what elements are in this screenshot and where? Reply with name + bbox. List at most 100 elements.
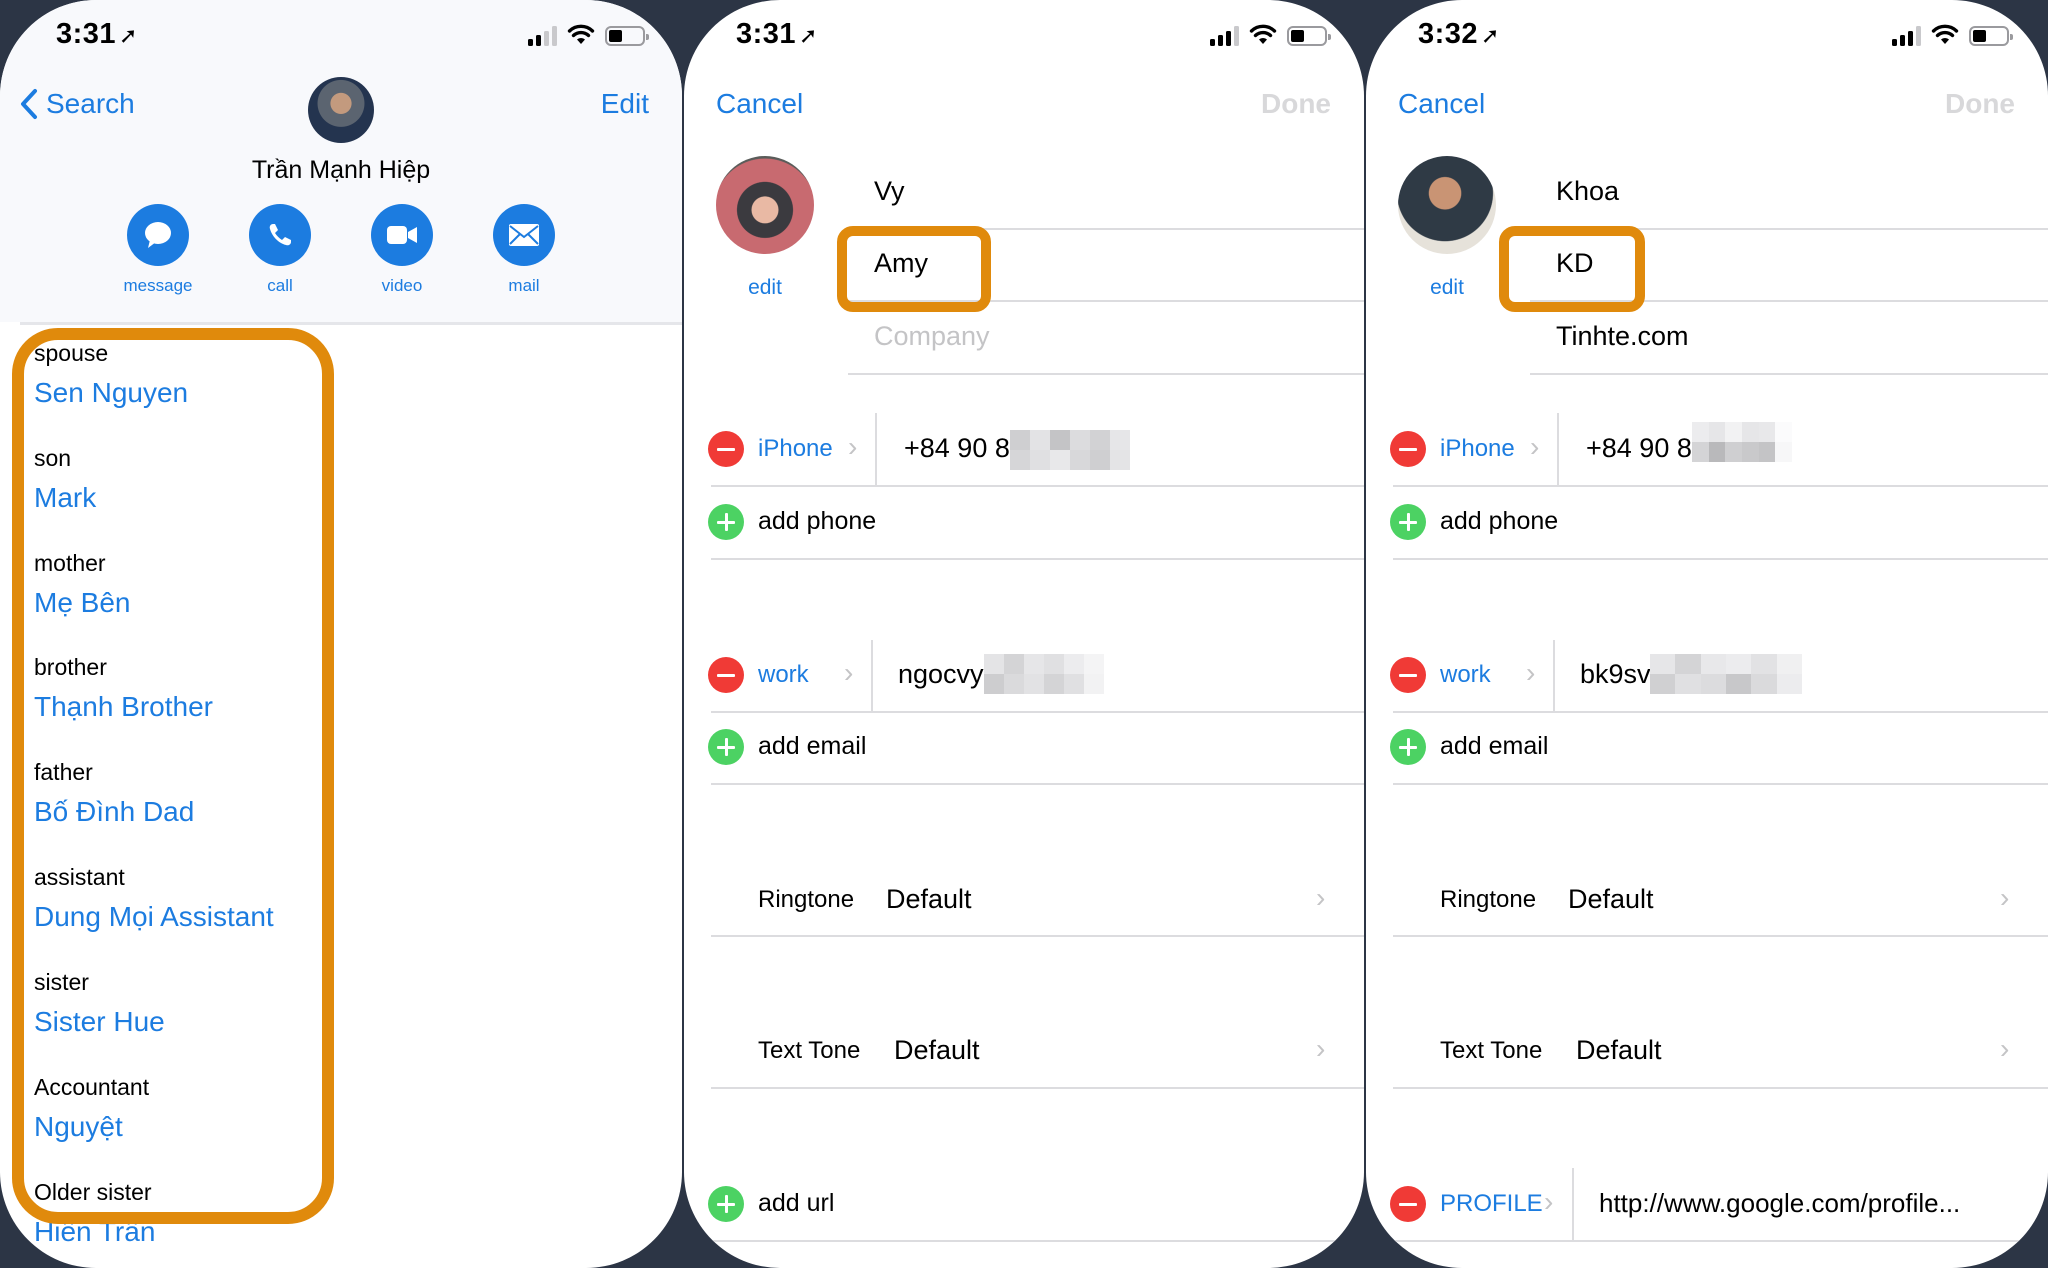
- add-url-button[interactable]: [708, 1186, 744, 1222]
- minus-icon: [717, 447, 735, 451]
- wifi-icon: [567, 24, 595, 44]
- wifi-icon: [1931, 24, 1959, 44]
- cancel-button[interactable]: Cancel: [1398, 88, 1485, 120]
- status-bar-time: 3:31 ➚: [736, 18, 818, 50]
- mail-action-button[interactable]: mail: [479, 204, 569, 296]
- email-field[interactable]: bk9sv: [1580, 659, 1651, 690]
- location-arrow-icon: ➚: [799, 23, 818, 48]
- add-email-label[interactable]: add email: [1440, 732, 1548, 761]
- chevron-right-icon: ›: [2000, 882, 2010, 913]
- highlight-box-nickname: [1499, 226, 1645, 312]
- divider: [875, 413, 877, 485]
- divider: [711, 1087, 1364, 1089]
- first-name-field[interactable]: Khoa: [1556, 176, 1619, 207]
- chevron-right-icon: ›: [1316, 1033, 1326, 1064]
- plus-icon: [724, 513, 728, 531]
- envelope-icon: [509, 224, 539, 246]
- done-button[interactable]: Done: [1945, 88, 2015, 120]
- divider: [1393, 558, 2048, 560]
- status-bar-time: 3:31 ➚: [56, 18, 138, 50]
- message-action-button[interactable]: message: [113, 204, 203, 296]
- phone-number-field[interactable]: +84 90 8: [904, 433, 1010, 464]
- message-bubble-icon: [145, 222, 171, 248]
- battery-icon: [1969, 26, 2013, 46]
- video-action-button[interactable]: video: [357, 204, 447, 296]
- delete-url-button[interactable]: [1390, 1186, 1426, 1222]
- chevron-right-icon: ›: [1544, 1186, 1554, 1217]
- back-button[interactable]: Search: [20, 88, 135, 120]
- cellular-signal-icon: [1892, 26, 1921, 46]
- add-phone-label[interactable]: add phone: [1440, 507, 1558, 536]
- cellular-signal-icon: [1210, 26, 1239, 46]
- company-field[interactable]: Tinhte.com: [1556, 321, 1689, 352]
- wifi-icon: [1249, 24, 1277, 44]
- delete-email-button[interactable]: [708, 657, 744, 693]
- delete-phone-button[interactable]: [708, 431, 744, 467]
- add-url-label[interactable]: add url: [758, 1189, 834, 1218]
- phone-number-field[interactable]: +84 90 8: [1586, 433, 1692, 464]
- status-bar-icons: [1892, 24, 2013, 46]
- chevron-right-icon: ›: [1316, 882, 1326, 913]
- add-phone-label[interactable]: add phone: [758, 507, 876, 536]
- url-label-selector[interactable]: PROFILE: [1440, 1190, 1543, 1218]
- phone-label-selector[interactable]: iPhone: [758, 435, 833, 463]
- status-bar-icons: [528, 24, 649, 46]
- redacted-blur: [1692, 422, 1792, 462]
- divider: [711, 711, 1364, 713]
- divider: [1393, 711, 2048, 713]
- edit-button[interactable]: Edit: [601, 88, 649, 120]
- email-label-selector[interactable]: work: [758, 661, 809, 689]
- divider: [1393, 1087, 2048, 1089]
- minus-icon: [1399, 1202, 1417, 1206]
- divider: [711, 935, 1364, 937]
- plus-icon: [724, 1195, 728, 1213]
- plus-icon: [1406, 513, 1410, 531]
- cancel-button[interactable]: Cancel: [716, 88, 803, 120]
- minus-icon: [1399, 447, 1417, 451]
- call-action-button[interactable]: call: [235, 204, 325, 296]
- done-button[interactable]: Done: [1261, 88, 1331, 120]
- status-bar-time: 3:32 ➚: [1418, 18, 1500, 50]
- add-email-button[interactable]: [1390, 729, 1426, 765]
- add-phone-button[interactable]: [708, 504, 744, 540]
- divider: [1393, 935, 2048, 937]
- divider: [1393, 1240, 2048, 1242]
- edit-contact-screen: 3:32 ➚ Cancel Done edit Khoa KD Tinhte.co…: [1366, 0, 2048, 1268]
- url-field[interactable]: http://www.google.com/profile...: [1599, 1188, 1960, 1219]
- chevron-right-icon: ›: [1526, 657, 1536, 688]
- highlight-box-related-names: [12, 328, 334, 1224]
- divider: [1530, 373, 2048, 375]
- redacted-blur: [1010, 430, 1130, 470]
- delete-phone-button[interactable]: [1390, 431, 1426, 467]
- add-phone-button[interactable]: [1390, 504, 1426, 540]
- add-email-label[interactable]: add email: [758, 732, 866, 761]
- status-bar-icons: [1210, 24, 1331, 46]
- battery-icon: [1287, 26, 1331, 46]
- contact-avatar[interactable]: [308, 77, 374, 143]
- redacted-blur: [1650, 654, 1802, 694]
- divider: [711, 783, 1364, 785]
- email-field[interactable]: ngocvy: [898, 659, 984, 690]
- minus-icon: [1399, 673, 1417, 677]
- edit-photo-link[interactable]: edit: [1387, 276, 1507, 300]
- plus-icon: [1406, 738, 1410, 756]
- delete-email-button[interactable]: [1390, 657, 1426, 693]
- divider: [848, 373, 1364, 375]
- header-divider: [20, 322, 682, 325]
- add-email-button[interactable]: [708, 729, 744, 765]
- phone-label-selector[interactable]: iPhone: [1440, 435, 1515, 463]
- divider: [1557, 413, 1559, 485]
- divider: [711, 485, 1364, 487]
- email-label-selector[interactable]: work: [1440, 661, 1491, 689]
- plus-icon: [724, 738, 728, 756]
- divider: [711, 558, 1364, 560]
- contact-name: Trần Mạnh Hiệp: [251, 156, 431, 184]
- phone-icon: [269, 224, 291, 246]
- company-field[interactable]: Company: [874, 321, 990, 352]
- contact-photo[interactable]: [716, 156, 814, 254]
- contact-photo[interactable]: [1398, 156, 1496, 254]
- chevron-right-icon: ›: [844, 657, 854, 688]
- edit-photo-link[interactable]: edit: [705, 276, 825, 300]
- battery-icon: [605, 26, 649, 46]
- first-name-field[interactable]: Vy: [874, 176, 905, 207]
